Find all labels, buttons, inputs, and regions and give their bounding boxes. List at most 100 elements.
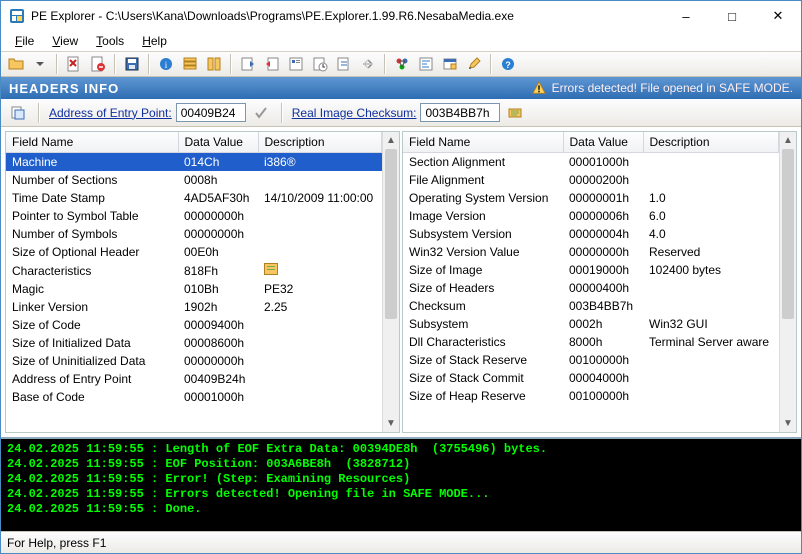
open-file-button[interactable] [5, 53, 27, 75]
close-file-button[interactable] [63, 53, 85, 75]
table-row[interactable]: Size of Image00019000h102400 bytes [403, 261, 779, 279]
section-headers-button[interactable] [203, 53, 225, 75]
cell-value: 00009400h [178, 316, 258, 334]
cell-desc [643, 171, 779, 189]
scroll-down-icon[interactable]: ▼ [780, 415, 796, 432]
characteristics-icon[interactable] [264, 263, 278, 275]
menu-help[interactable]: Help [134, 32, 175, 50]
cell-field: Win32 Version Value [403, 243, 563, 261]
table-row[interactable]: Subsystem Version00000004h4.0 [403, 225, 779, 243]
status-bar: For Help, press F1 [1, 531, 801, 553]
checksum-refresh-button[interactable] [504, 102, 526, 124]
table-row[interactable]: Size of Optional Header00E0h [6, 243, 382, 261]
export-table-button[interactable] [237, 53, 259, 75]
entry-point-apply-button[interactable] [250, 102, 272, 124]
headers-info-button[interactable]: i [155, 53, 177, 75]
cell-field: Number of Sections [6, 171, 178, 189]
table-row[interactable]: Number of Sections0008h [6, 171, 382, 189]
table-row[interactable]: Size of Uninitialized Data00000000h [6, 352, 382, 370]
cell-field: Base of Code [6, 388, 178, 406]
relocation-button[interactable] [357, 53, 379, 75]
table-row[interactable]: Linker Version1902h2.25 [6, 298, 382, 316]
table-row[interactable]: Number of Symbols00000000h [6, 225, 382, 243]
menu-view[interactable]: View [44, 32, 86, 50]
cell-value: 00000004h [563, 225, 643, 243]
dependency-scanner-button[interactable] [391, 53, 413, 75]
minimize-button[interactable]: – [663, 1, 709, 31]
cell-value: 014Ch [178, 153, 258, 172]
scroll-thumb[interactable] [385, 149, 397, 319]
debug-info-button[interactable] [333, 53, 355, 75]
cell-desc: 6.0 [643, 207, 779, 225]
help-button[interactable]: ? [497, 53, 519, 75]
checksum-input[interactable] [420, 103, 500, 122]
cell-field: Dll Characteristics [403, 333, 563, 351]
table-row[interactable]: Subsystem0002hWin32 GUI [403, 315, 779, 333]
cell-desc: 2.25 [258, 298, 382, 316]
left-grid[interactable]: Field Name Data Value Description Machin… [6, 132, 382, 432]
right-grid[interactable]: Field Name Data Value Description Sectio… [403, 132, 779, 432]
tool-settings-button[interactable] [463, 53, 485, 75]
table-row[interactable]: Size of Code00009400h [6, 316, 382, 334]
table-row[interactable]: Size of Headers00000400h [403, 279, 779, 297]
col-field[interactable]: Field Name [403, 132, 563, 153]
delay-import-button[interactable] [309, 53, 331, 75]
save-button[interactable] [121, 53, 143, 75]
cell-desc [643, 153, 779, 172]
data-directory-button[interactable] [179, 53, 201, 75]
cell-desc [258, 370, 382, 388]
window-controls: – □ ✕ [663, 1, 801, 31]
log-console[interactable]: 24.02.2025 11:59:55 : Length of EOF Extr… [1, 437, 801, 531]
col-value[interactable]: Data Value [563, 132, 643, 153]
table-row[interactable]: Image Version00000006h6.0 [403, 207, 779, 225]
table-row[interactable]: Size of Initialized Data00008600h [6, 334, 382, 352]
delete-button[interactable] [87, 53, 109, 75]
maximize-button[interactable]: □ [709, 1, 755, 31]
table-row[interactable]: Operating System Version00000001h1.0 [403, 189, 779, 207]
table-row[interactable]: Machine014Chi386® [6, 153, 382, 172]
copy-headers-button[interactable] [7, 102, 29, 124]
table-row[interactable]: Size of Heap Reserve00100000h [403, 387, 779, 405]
table-row[interactable]: File Alignment00000200h [403, 171, 779, 189]
table-row[interactable]: Win32 Version Value00000000hReserved [403, 243, 779, 261]
table-row[interactable]: Characteristics818Fh [6, 261, 382, 280]
disassembler-button[interactable] [415, 53, 437, 75]
cell-value: 0002h [563, 315, 643, 333]
left-grid-pane: Field Name Data Value Description Machin… [1, 127, 400, 437]
col-value[interactable]: Data Value [178, 132, 258, 153]
toolbar-separator [114, 54, 116, 74]
table-row[interactable]: Size of Stack Reserve00100000h [403, 351, 779, 369]
menu-file[interactable]: File [7, 32, 42, 50]
col-desc[interactable]: Description [258, 132, 382, 153]
left-scrollbar[interactable]: ▲ ▼ [382, 132, 399, 432]
cell-field: Size of Code [6, 316, 178, 334]
table-row[interactable]: Address of Entry Point00409B24h [6, 370, 382, 388]
table-row[interactable]: Time Date Stamp4AD5AF30h14/10/2009 11:00… [6, 189, 382, 207]
scroll-up-icon[interactable]: ▲ [383, 132, 399, 149]
scroll-down-icon[interactable]: ▼ [383, 415, 399, 432]
cell-value: 00008600h [178, 334, 258, 352]
resource-viewer-button[interactable] [285, 53, 307, 75]
checksum-label[interactable]: Real Image Checksum: [292, 106, 417, 120]
table-row[interactable]: Base of Code00001000h [6, 388, 382, 406]
resource-editor-button[interactable] [439, 53, 461, 75]
scroll-thumb[interactable] [782, 149, 794, 319]
entry-point-label[interactable]: Address of Entry Point: [49, 106, 172, 120]
table-row[interactable]: Pointer to Symbol Table00000000h [6, 207, 382, 225]
table-row[interactable]: Section Alignment00001000h [403, 153, 779, 172]
entry-point-input[interactable] [176, 103, 246, 122]
cell-field: Operating System Version [403, 189, 563, 207]
menu-tools[interactable]: Tools [88, 32, 132, 50]
right-scrollbar[interactable]: ▲ ▼ [779, 132, 796, 432]
table-row[interactable]: Magic010BhPE32 [6, 280, 382, 298]
table-row[interactable]: Checksum003B4BB7h [403, 297, 779, 315]
col-field[interactable]: Field Name [6, 132, 178, 153]
col-desc[interactable]: Description [643, 132, 779, 153]
cell-desc [258, 388, 382, 406]
open-dropdown-button[interactable] [29, 53, 51, 75]
table-row[interactable]: Size of Stack Commit00004000h [403, 369, 779, 387]
import-table-button[interactable] [261, 53, 283, 75]
table-row[interactable]: Dll Characteristics8000hTerminal Server … [403, 333, 779, 351]
scroll-up-icon[interactable]: ▲ [780, 132, 796, 149]
close-button[interactable]: ✕ [755, 1, 801, 31]
